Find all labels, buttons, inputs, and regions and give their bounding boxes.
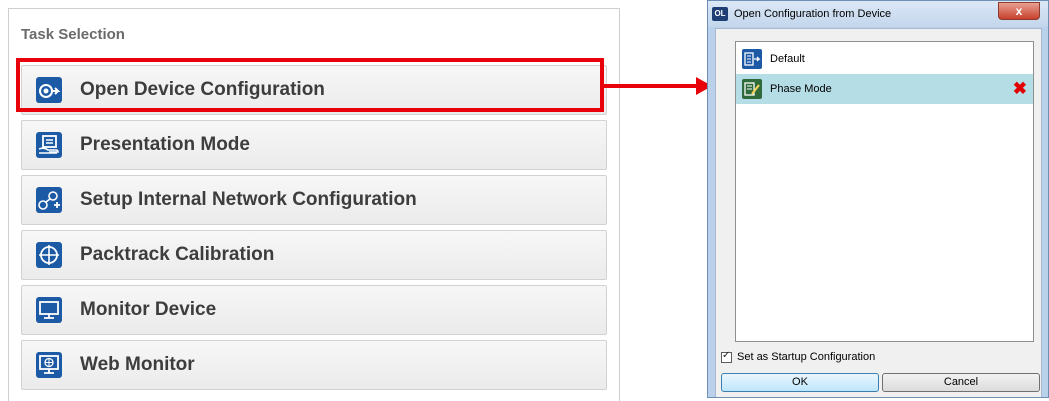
pointer-arrow-icon xyxy=(604,77,712,95)
open-configuration-dialog: OL Open Configuration from Device x Defa… xyxy=(707,0,1049,398)
dialog-titlebar[interactable]: OL Open Configuration from Device x xyxy=(708,1,1048,27)
setup-internal-network-button[interactable]: Setup Internal Network Configuration xyxy=(21,175,607,225)
list-item-default[interactable]: Default xyxy=(736,44,1033,74)
cancel-button[interactable]: Cancel xyxy=(882,373,1040,392)
monitor-device-button[interactable]: Monitor Device xyxy=(21,285,607,335)
web-monitor-icon xyxy=(36,352,62,378)
packtrack-calibration-label: Packtrack Calibration xyxy=(80,244,275,265)
list-item-label: Default xyxy=(770,53,805,65)
open-device-configuration-label: Open Device Configuration xyxy=(80,79,325,100)
web-monitor-label: Web Monitor xyxy=(80,354,195,375)
presentation-mode-button[interactable]: Presentation Mode xyxy=(21,120,607,170)
presentation-mode-label: Presentation Mode xyxy=(80,134,250,155)
crosshair-icon xyxy=(36,242,62,268)
configuration-list[interactable]: Default Phase Mode ✖ xyxy=(735,41,1034,342)
task-selection-panel: Task Selection Open Device Configuration… xyxy=(8,8,620,401)
open-device-icon xyxy=(36,77,62,103)
close-button[interactable]: x xyxy=(998,2,1040,20)
presentation-icon xyxy=(36,132,62,158)
network-icon xyxy=(36,187,62,213)
monitor-device-label: Monitor Device xyxy=(80,299,217,320)
config-icon xyxy=(742,49,762,69)
open-device-configuration-button[interactable]: Open Device Configuration xyxy=(21,65,607,115)
delete-icon[interactable]: ✖ xyxy=(1013,80,1027,97)
task-selection-title: Task Selection xyxy=(21,26,125,43)
list-item-phase-mode[interactable]: Phase Mode ✖ xyxy=(736,74,1033,104)
monitor-icon xyxy=(36,297,62,323)
ok-button[interactable]: OK xyxy=(721,373,879,392)
setup-internal-network-label: Setup Internal Network Configuration xyxy=(80,189,417,210)
web-monitor-button[interactable]: Web Monitor xyxy=(21,340,607,390)
startup-config-checkbox[interactable] xyxy=(721,350,732,363)
list-item-label: Phase Mode xyxy=(770,83,832,95)
startup-config-label: Set as Startup Configuration xyxy=(737,351,876,363)
startup-config-option[interactable]: Set as Startup Configuration xyxy=(721,350,876,363)
dialog-title: Open Configuration from Device xyxy=(734,8,892,20)
app-logo-icon: OL xyxy=(712,7,728,21)
dialog-body: Default Phase Mode ✖ Set as Startup Conf… xyxy=(715,28,1042,397)
config-edit-icon xyxy=(742,79,762,99)
packtrack-calibration-button[interactable]: Packtrack Calibration xyxy=(21,230,607,280)
